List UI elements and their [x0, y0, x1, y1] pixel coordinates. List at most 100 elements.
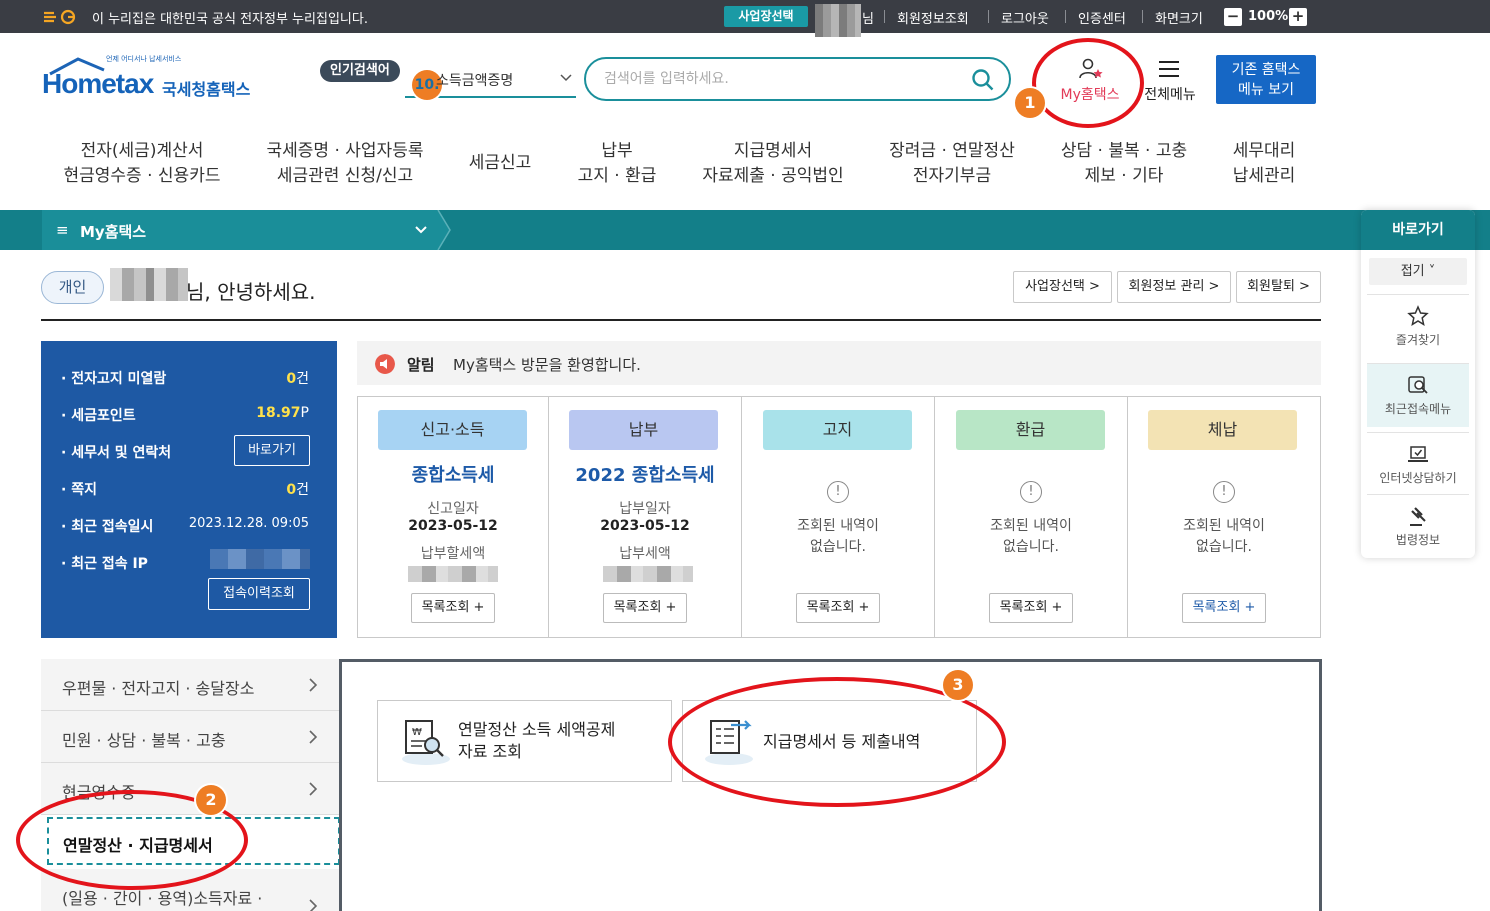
gavel-icon — [1410, 507, 1426, 526]
card-refund: 환급 ! 조회된 내역이 없습니다. 목록조회 + — [935, 397, 1128, 637]
list-view-button[interactable]: 목록조회 + — [989, 593, 1073, 623]
business-select-button[interactable]: 사업장선택 — [724, 6, 808, 27]
gnb-line2: 현금영수증 · 신용카드 — [63, 166, 221, 186]
empty-line2: 없습니다. — [810, 539, 866, 555]
popular-search-badge: 인기검색어 — [320, 60, 400, 82]
empty-line1: 조회된 내역이 — [990, 518, 1072, 534]
search-icon[interactable] — [971, 68, 995, 92]
quick-item-label: 법령정보 — [1395, 533, 1441, 547]
zoom-out-button[interactable]: − — [1224, 8, 1242, 26]
card-title[interactable]: 2022 종합소득세 — [549, 461, 741, 487]
gnb-line1: 세무대리 — [1232, 141, 1296, 161]
menu-item-mail-notice[interactable]: 우편물 · 전자고지 · 송달장소 — [41, 659, 340, 711]
card-date: 2023-05-12 — [600, 518, 690, 534]
card-payment: 납부 2022 종합소득세 납부일자 2023-05-12 납부세액 목록조회 … — [549, 397, 742, 637]
deduction-lookup-line1: 연말정산 소득 세액공제 — [458, 720, 616, 739]
tax-office-goto-button[interactable]: 바로가기 — [234, 435, 310, 466]
gov-bar: 이 누리집은 대한민국 공식 전자정부 누리집입니다. 사업장선택 님 회원정보… — [0, 0, 1490, 37]
info-value-message[interactable]: 0건 — [286, 479, 309, 499]
search-input[interactable] — [604, 68, 964, 90]
old-hometax-line2: 메뉴 보기 — [1238, 82, 1294, 98]
section-current[interactable]: ≡ My홈택스 — [42, 210, 438, 250]
section-title: My홈택스 — [80, 223, 147, 241]
all-menu-label: 전체메뉴 — [1144, 87, 1196, 103]
gnb-item-certificate[interactable]: 국세증명 · 사업자등록 세금관련 신청/신고 — [250, 139, 440, 189]
card-title[interactable]: 종합소득세 — [358, 461, 548, 487]
quick-links-title: 바로가기 — [1361, 210, 1475, 250]
card-tag: 신고·소득 — [378, 410, 527, 450]
gnb-item-payment[interactable]: 납부 고지 · 환급 — [565, 139, 669, 189]
annotation-number-2: 2 — [196, 785, 226, 815]
empty-message: 조회된 내역이 없습니다. — [742, 516, 934, 558]
svg-text:₩: ₩ — [412, 727, 422, 738]
gnb-item-year-end[interactable]: 장려금 · 연말정산 전자기부금 — [872, 139, 1032, 189]
annotation-ring-my-hometax — [1032, 38, 1144, 128]
info-value-unread-notice[interactable]: 0건 — [286, 368, 309, 388]
access-history-button[interactable]: 접속이력조회 — [208, 578, 310, 610]
deduction-data-lookup-button[interactable]: ₩ 연말정산 소득 세액공제 자료 조회 — [377, 700, 672, 782]
gnb-line1: 지급명세서 — [733, 141, 813, 161]
card-notice: 고지 ! 조회된 내역이 없습니다. 목록조회 + — [742, 397, 935, 637]
menu-item-civil-complaint[interactable]: 민원 · 상담 · 불복 · 고충 — [41, 711, 340, 763]
cert-center-link[interactable]: 인증센터 — [1078, 8, 1126, 27]
hamburger-icon — [1159, 61, 1179, 77]
popular-keyword-select[interactable]: 10. 소득금액증명 — [405, 62, 576, 100]
member-info-link[interactable]: 회원정보조회 — [897, 8, 969, 27]
list-view-button[interactable]: 목록조회 + — [603, 593, 687, 623]
unread-count: 0 — [286, 371, 297, 387]
quick-favorites[interactable]: 즐겨찾기 — [1367, 294, 1469, 358]
notice-label: 알림 — [407, 356, 435, 374]
chevron-down-icon — [415, 226, 427, 234]
quick-internet-consult[interactable]: 인터넷상담하기 — [1367, 432, 1469, 496]
business-select-link[interactable]: 사업장선택 > — [1013, 271, 1112, 303]
gnb-item-tax-agent[interactable]: 세무대리 납세관리 — [1218, 139, 1310, 189]
gnb-item-consult[interactable]: 상담 · 불복 · 고충 제보 · 기타 — [1048, 139, 1200, 189]
gnb-line2: 납세관리 — [1232, 166, 1296, 186]
divider — [988, 10, 989, 23]
menu-item-label: 민원 · 상담 · 불복 · 고충 — [62, 731, 226, 750]
annotation-number-3: 3 — [943, 670, 973, 700]
gnb-item-payment-statement[interactable]: 지급명세서 자료제출 · 공익법인 — [692, 139, 854, 189]
withdraw-link[interactable]: 회원탈퇴 > — [1236, 271, 1321, 303]
quick-fold-button[interactable]: 접기 ˅ — [1369, 258, 1467, 285]
info-value-tax-point[interactable]: 18.97P — [256, 405, 309, 421]
star-icon — [1407, 305, 1429, 326]
zoom-level: 100% — [1248, 9, 1289, 24]
screen-size-label: 화면크기 — [1155, 12, 1203, 27]
hometax-logo[interactable]: 언제 어디서나 납세서비스 Hometax 국세청홈택스 — [42, 54, 262, 110]
info-exclamation-icon: ! — [1213, 481, 1235, 503]
deduction-lookup-line2: 자료 조회 — [458, 742, 522, 761]
old-hometax-button[interactable]: 기존 홈택스 메뉴 보기 — [1216, 55, 1316, 104]
list-view-button[interactable]: 목록조회 + — [1182, 593, 1266, 623]
quick-recent-menu[interactable]: 최근접속메뉴 — [1367, 363, 1469, 427]
chevron-right-icon — [309, 782, 318, 796]
list-view-button[interactable]: 목록조회 + — [411, 593, 495, 623]
gnb-item-invoice[interactable]: 전자(세금)계산서 현금영수증 · 신용카드 — [52, 139, 232, 189]
member-info-manage-link[interactable]: 회원정보 관리 > — [1117, 271, 1231, 303]
logout-link[interactable]: 로그아웃 — [1001, 8, 1049, 27]
info-label-last-ip: · 최근 접속 IP — [61, 556, 148, 572]
name-suffix: 님 — [862, 12, 874, 27]
divider — [884, 10, 885, 23]
menu-item-label: (일용 · 간이 · 용역)소득자료 · — [62, 889, 263, 908]
amount-masked — [603, 566, 693, 582]
tax-point-value: 18.97 — [256, 405, 301, 421]
logo-tagline: 언제 어디서나 납세서비스 — [106, 55, 182, 63]
quick-item-label: 최근접속메뉴 — [1384, 402, 1452, 416]
quick-law-info[interactable]: 법령정보 — [1367, 494, 1469, 558]
greeting-divider — [41, 319, 1321, 321]
gnb-line1: 상담 · 불복 · 고충 — [1060, 141, 1188, 161]
list-view-button[interactable]: 목록조회 + — [796, 593, 880, 623]
gnb-line2: 세금관련 신청/신고 — [276, 166, 414, 186]
chevron-down-icon — [560, 74, 572, 82]
empty-line2: 없습니다. — [1196, 539, 1252, 555]
egov-logo-icon — [44, 9, 76, 25]
card-report-income: 신고·소득 종합소득세 신고일자 2023-05-12 납부할세액 목록조회 + — [358, 397, 549, 637]
gov-notice: 이 누리집은 대한민국 공식 전자정부 누리집입니다. — [92, 12, 368, 27]
gnb-line2: 제보 · 기타 — [1084, 166, 1164, 186]
card-date: 2023-05-12 — [408, 518, 498, 534]
zoom-in-button[interactable]: + — [1289, 8, 1307, 26]
all-menu-button[interactable]: 전체메뉴 — [1140, 58, 1200, 106]
gnb-item-tax-return[interactable]: 세금신고 — [455, 151, 545, 176]
card-arrears: 체납 ! 조회된 내역이 없습니다. 목록조회 + — [1128, 397, 1320, 637]
